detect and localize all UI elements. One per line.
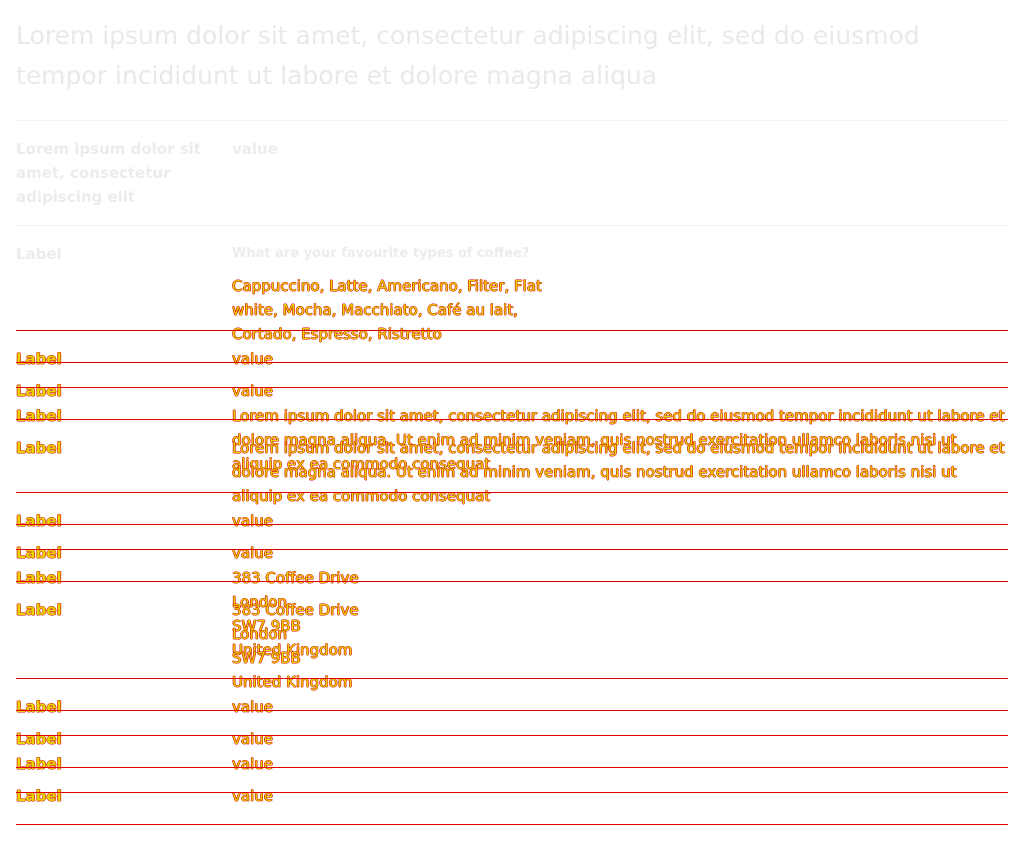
row-divider xyxy=(16,419,1008,420)
address-line: 383 Coffee Drive xyxy=(232,601,359,619)
row-key: Label xyxy=(16,407,62,425)
row-key: Label xyxy=(16,601,62,619)
row-value: value xyxy=(232,512,273,530)
row-divider xyxy=(16,792,1008,793)
address-line: United Kingdom xyxy=(232,673,353,691)
row-key: Label xyxy=(16,512,62,530)
summary-header-value: value xyxy=(232,140,278,158)
row-divider xyxy=(16,767,1008,768)
row-divider xyxy=(16,735,1008,736)
row-divider xyxy=(16,330,1008,331)
row-key: Label xyxy=(16,544,62,562)
question-answer: Cappuccino, Latte, Americano, Filter, Fl… xyxy=(232,277,542,343)
divider xyxy=(16,120,1008,121)
summary-list-page: Lorem ipsum dolor sit amet, consectetur … xyxy=(0,0,1024,841)
row-value: value xyxy=(232,755,273,773)
row-divider xyxy=(16,549,1008,550)
row-value: value xyxy=(232,544,273,562)
row-key: Label xyxy=(16,698,62,716)
row-key: Label xyxy=(16,755,62,773)
row-divider xyxy=(16,581,1008,582)
row-divider xyxy=(16,524,1008,525)
row-divider xyxy=(16,387,1008,388)
row-value: value xyxy=(232,698,273,716)
row-divider xyxy=(16,824,1008,825)
row-divider xyxy=(16,492,1008,493)
row-value: Lorem ipsum dolor sit amet, consectetur … xyxy=(232,439,1005,505)
address-line: SW7 9BB xyxy=(232,649,301,667)
row-key: Label xyxy=(16,730,62,748)
row-divider xyxy=(16,678,1008,679)
row-key: Label xyxy=(16,382,62,400)
row-divider xyxy=(16,710,1008,711)
row-value: value xyxy=(232,382,273,400)
row-key: Label xyxy=(16,569,62,587)
page-title: Lorem ipsum dolor sit amet, consectetur … xyxy=(16,21,920,90)
question-row-key: Label xyxy=(16,245,62,263)
row-value: value xyxy=(232,350,273,368)
row-key: Label xyxy=(16,787,62,805)
divider xyxy=(16,225,1008,226)
row-key: Label xyxy=(16,350,62,368)
question-label: What are your favourite types of coffee? xyxy=(232,246,530,261)
row-key: Label xyxy=(16,439,62,457)
row-value: value xyxy=(232,787,273,805)
row-divider xyxy=(16,362,1008,363)
address-line: London xyxy=(232,625,287,643)
summary-header-key: Lorem ipsum dolor sit amet, consectetur … xyxy=(16,140,201,206)
row-value: value xyxy=(232,730,273,748)
address-line: 383 Coffee Drive xyxy=(232,569,359,587)
